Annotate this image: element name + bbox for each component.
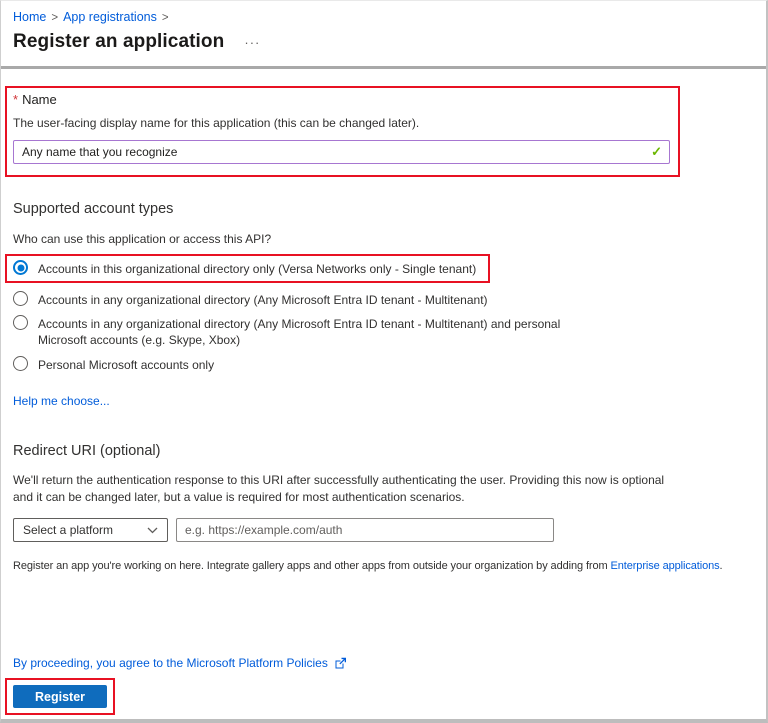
valid-checkmark-icon: ✓: [651, 144, 662, 159]
name-input[interactable]: [13, 140, 670, 164]
redirect-uri-heading: Redirect URI (optional): [13, 443, 161, 459]
radio-unselected-icon[interactable]: [13, 315, 28, 330]
register-application-page: Home > App registrations > Register an appl…: [0, 0, 768, 723]
radio-unselected-icon[interactable]: [13, 291, 28, 306]
breadcrumb-separator: >: [51, 12, 59, 24]
register-button[interactable]: Register: [13, 685, 108, 708]
redirect-uri-input[interactable]: [176, 518, 554, 542]
chevron-down-icon: [147, 527, 158, 533]
radio-unselected-icon[interactable]: [13, 356, 28, 371]
register-button-highlight: Register: [5, 678, 116, 715]
page-title: Register an application: [13, 31, 225, 52]
radio-option-multitenant[interactable]: Accounts in any organizational directory…: [13, 291, 754, 308]
platform-policies-link[interactable]: By proceeding, you agree to the Microsof…: [13, 656, 347, 670]
radio-option-multitenant-personal[interactable]: Accounts in any organizational directory…: [13, 315, 754, 348]
enterprise-applications-link[interactable]: Enterprise applications: [611, 560, 720, 572]
platform-select-dropdown[interactable]: Select a platform: [13, 518, 168, 542]
radio-option-personal-only[interactable]: Personal Microsoft accounts only: [13, 356, 754, 373]
name-label-text: Name: [22, 92, 57, 107]
radio-option-label: Personal Microsoft accounts only: [38, 358, 215, 372]
breadcrumb: Home > App registrations >: [13, 10, 754, 24]
enterprise-note: Register an app you're working on here. …: [13, 560, 754, 572]
breadcrumb-app-registrations-link[interactable]: App registrations: [63, 10, 157, 24]
help-me-choose-link[interactable]: Help me choose...: [13, 394, 110, 408]
breadcrumb-separator: >: [161, 12, 169, 24]
radio-option-label: Accounts in any organizational directory…: [38, 317, 561, 347]
page-content: * Name The user-facing display name for t…: [1, 69, 766, 572]
radio-option-single-tenant[interactable]: Accounts in this organizational director…: [13, 260, 476, 277]
page-footer: By proceeding, you agree to the Microsof…: [5, 656, 347, 715]
page-header: Home > App registrations > Register an appl…: [1, 1, 766, 69]
breadcrumb-home-link[interactable]: Home: [13, 10, 46, 24]
name-field-label: * Name: [13, 92, 670, 107]
account-types-question: Who can use this application or access t…: [13, 232, 272, 246]
name-section-highlight: * Name The user-facing display name for t…: [5, 86, 680, 177]
policies-link-text: By proceeding, you agree to the Microsof…: [13, 656, 328, 670]
enterprise-note-text: Register an app you're working on here. …: [13, 560, 611, 572]
platform-select-value: Select a platform: [23, 523, 114, 537]
enterprise-note-period: .: [719, 560, 723, 572]
radio-option-label: Accounts in this organizational director…: [38, 262, 477, 276]
redirect-uri-description: We'll return the authentication response…: [13, 473, 665, 504]
more-options-icon[interactable]: ···: [244, 35, 260, 50]
name-field-description: The user-facing display name for this ap…: [13, 116, 420, 130]
external-link-icon: [335, 657, 346, 669]
single-tenant-option-highlight: Accounts in this organizational director…: [5, 254, 491, 283]
radio-option-label: Accounts in any organizational directory…: [38, 293, 488, 307]
radio-selected-icon[interactable]: [13, 260, 28, 275]
required-marker: *: [13, 92, 19, 107]
supported-account-types-heading: Supported account types: [13, 201, 174, 217]
